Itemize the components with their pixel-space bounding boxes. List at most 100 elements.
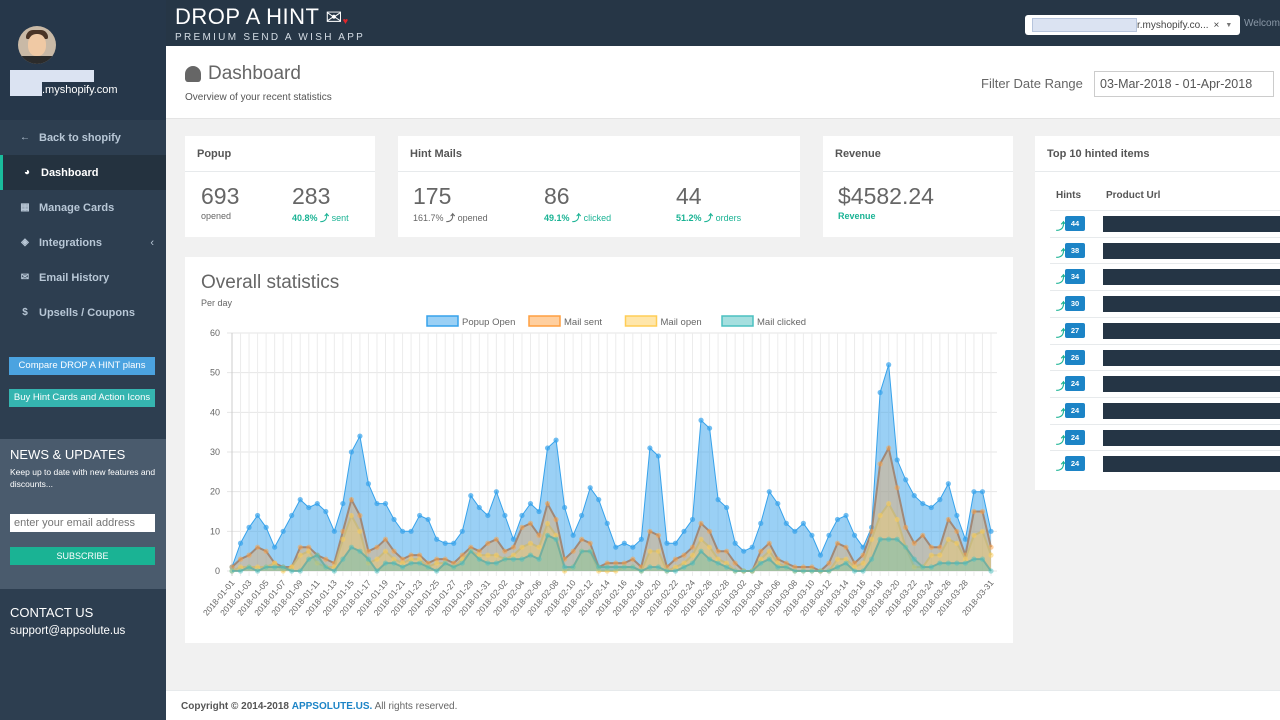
product-url-redacted[interactable] bbox=[1103, 349, 1280, 366]
mail-sent-point bbox=[323, 556, 329, 562]
popup-open-point bbox=[408, 528, 414, 534]
mail-clicked-point bbox=[544, 532, 551, 538]
product-url-redacted[interactable] bbox=[1103, 456, 1280, 473]
mail-open-point bbox=[382, 548, 389, 554]
mails-opened-label: opened bbox=[457, 213, 488, 223]
mail-clicked-point bbox=[851, 568, 858, 574]
product-url-redacted[interactable] bbox=[1103, 269, 1280, 286]
product-url-redacted[interactable] bbox=[1103, 322, 1280, 339]
product-url-redacted[interactable] bbox=[1103, 242, 1280, 259]
mail-clicked-point bbox=[323, 564, 329, 570]
mail-sent-point bbox=[715, 548, 721, 554]
sidebar-item-back-to-shopify[interactable]: ← Back to shopify bbox=[0, 120, 166, 155]
revenue-card: Revenue $4582.24 Revenue bbox=[823, 136, 1013, 237]
product-url-redacted[interactable] bbox=[1103, 429, 1280, 446]
y-tick-label: 0 bbox=[215, 566, 220, 576]
popup-open-point bbox=[442, 540, 448, 546]
revenue-label: Revenue bbox=[838, 211, 876, 221]
sidebar-item-manage-cards[interactable]: ▦ Manage Cards bbox=[0, 190, 166, 225]
date-range-input[interactable]: 03-Mar-2018 - 01-Apr-2018 bbox=[1094, 71, 1274, 97]
mail-sent-point bbox=[877, 461, 883, 467]
popup-open-point bbox=[783, 520, 789, 526]
mail-clicked-point bbox=[570, 564, 576, 570]
hints-badge: 24 bbox=[1065, 456, 1085, 472]
product-url-redacted[interactable] bbox=[1103, 402, 1280, 419]
appsolute-link[interactable]: APPSOLUTE.US. bbox=[292, 701, 373, 712]
popup-open-point bbox=[468, 493, 474, 499]
mail-clicked-point bbox=[314, 552, 320, 558]
y-tick-label: 50 bbox=[210, 368, 220, 378]
support-email[interactable]: support@appsolute.us bbox=[10, 625, 125, 637]
email-input[interactable] bbox=[10, 514, 155, 532]
mail-clicked-point bbox=[749, 568, 755, 574]
table-row: ⤴ 38 bbox=[1050, 236, 1280, 264]
mail-sent-point bbox=[954, 528, 960, 534]
mail-clicked-point bbox=[928, 564, 934, 570]
subscribe-button[interactable]: SUBSCRIBE bbox=[10, 547, 155, 565]
popup-open-point bbox=[348, 449, 354, 455]
mail-clicked-point bbox=[655, 564, 662, 570]
news-title: NEWS & UPDATES bbox=[10, 447, 126, 462]
pie-chart-icon: ◕ bbox=[23, 167, 31, 178]
mail-sent-point bbox=[706, 528, 713, 534]
overall-statistics-card: Overall statistics Per day 0 10 20 30 40 50 60… bbox=[185, 257, 1013, 643]
sidebar: .myshopify.com ← Back to shopify ◕ Dashboar… bbox=[0, 0, 166, 720]
mail-open-point bbox=[766, 548, 772, 554]
heart-icon: ♥ bbox=[342, 16, 349, 26]
mail-clicked-point bbox=[442, 560, 448, 566]
popup-sent-value: 283 bbox=[292, 183, 331, 209]
popup-open-point bbox=[544, 445, 551, 451]
mail-clicked-point bbox=[587, 548, 593, 554]
store-select[interactable]: r.myshopify.co... × ▼ bbox=[1025, 15, 1240, 35]
popup-card: Popup 693 opened 283 40.8% ⤴ sent bbox=[185, 136, 375, 237]
popup-open-point bbox=[237, 540, 244, 546]
mail-open-point bbox=[340, 536, 346, 542]
mail-clicked-point bbox=[988, 568, 994, 574]
mail-clicked-point bbox=[817, 568, 824, 574]
mail-clicked-point bbox=[843, 560, 849, 566]
mail-clicked-point bbox=[724, 564, 730, 570]
mail-open-point bbox=[485, 552, 491, 558]
mail-open-point bbox=[877, 512, 883, 519]
mail-open-point bbox=[527, 540, 534, 546]
hints-badge: 24 bbox=[1065, 376, 1085, 392]
legend-label: Mail open bbox=[661, 317, 702, 328]
product-url-redacted[interactable] bbox=[1103, 216, 1280, 232]
popup-open-point bbox=[945, 481, 951, 487]
store-select-value: r.myshopify.co... bbox=[1137, 19, 1209, 31]
popup-open-point bbox=[314, 500, 320, 507]
mail-sent-point bbox=[911, 540, 917, 546]
popup-open-point bbox=[357, 433, 363, 439]
buy-hint-cards-button[interactable]: Buy Hint Cards and Action Icons bbox=[9, 389, 155, 407]
popup-open-point bbox=[254, 512, 261, 519]
popup-open-point bbox=[749, 544, 755, 550]
popup-open-point bbox=[323, 508, 329, 515]
popup-open-point bbox=[493, 489, 499, 495]
hint-mails-title: Hint Mails bbox=[398, 136, 800, 172]
popup-open-point bbox=[681, 528, 687, 534]
envelope-heart-icon: ✉ bbox=[319, 7, 343, 29]
popup-open-point bbox=[306, 504, 312, 511]
compare-plans-button[interactable]: Compare DROP A HINT plans bbox=[9, 357, 155, 375]
mail-clicked-point bbox=[860, 568, 866, 574]
logo-title: DROP A HINT bbox=[175, 4, 320, 29]
mail-clicked-point bbox=[664, 568, 670, 574]
mail-sent-point bbox=[510, 544, 517, 550]
product-url-redacted[interactable] bbox=[1103, 296, 1280, 313]
mail-clicked-point bbox=[596, 564, 602, 570]
mail-sent-point bbox=[826, 560, 832, 566]
sidebar-item-integrations[interactable]: ◈ Integrations ‹ bbox=[0, 225, 166, 260]
caret-down-icon[interactable]: ▼ bbox=[1225, 22, 1232, 29]
mail-clicked-point bbox=[954, 560, 960, 566]
sidebar-item-label: Dashboard bbox=[41, 166, 99, 179]
popup-open-point bbox=[894, 457, 900, 463]
mail-sent-point bbox=[527, 520, 534, 526]
mail-sent-point bbox=[766, 540, 772, 546]
mail-open-point bbox=[971, 532, 977, 538]
sidebar-item-dashboard[interactable]: ◕ Dashboard bbox=[0, 155, 166, 190]
clear-icon[interactable]: × bbox=[1214, 20, 1220, 31]
popup-open-point bbox=[689, 516, 696, 523]
sidebar-item-email-history[interactable]: ✉ Email History bbox=[0, 260, 166, 295]
product-url-redacted[interactable] bbox=[1103, 376, 1280, 393]
sidebar-item-upsells-coupons[interactable]: $ Upsells / Coupons bbox=[0, 295, 166, 330]
